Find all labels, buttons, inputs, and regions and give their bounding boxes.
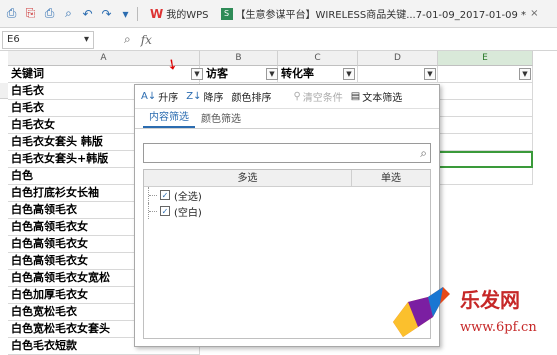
zoom-icon[interactable]: ⌕ <box>124 32 131 47</box>
text-filter-icon: ▤ <box>350 91 361 102</box>
popup-toolbar: A↓ 升序 Z↓ 降序 颜色排序 ⚲ 清空条件 ▤ 文本筛选 <box>135 85 439 109</box>
sort-ascending-icon: A↓ <box>141 91 157 102</box>
chevron-down-icon[interactable]: ▾ <box>84 34 89 45</box>
column-header-e[interactable]: E <box>438 51 533 66</box>
quick-access-toolbar: ⎙ ⎘ ⎙ ⌕ ↶ ↷ ▾ W 我的WPS S 【生意参谋平台】WIRELESS… <box>0 0 557 28</box>
print-icon[interactable]: ⎙ <box>42 6 57 21</box>
fx-button[interactable]: fx <box>141 33 152 47</box>
sort-descending-icon: Z↓ <box>186 91 202 102</box>
filter-dropdown-b[interactable]: ▼ <box>266 68 278 80</box>
tree-connector <box>148 203 160 219</box>
close-icon[interactable]: × <box>530 8 538 19</box>
filter-dropdown-c[interactable]: ▼ <box>343 68 355 80</box>
sort-ascending-label: 升序 <box>158 93 179 104</box>
list-item-select-all[interactable]: ✓ (全选) <box>144 187 430 203</box>
checkbox-checked-icon[interactable]: ✓ <box>160 206 170 216</box>
sort-descending-label: 降序 <box>203 93 224 104</box>
text-filter-label: 文本筛选 <box>362 93 403 104</box>
name-box-value: E6 <box>7 34 20 45</box>
grid-cell[interactable] <box>438 83 533 100</box>
fx-area: ⌕ fx <box>124 32 162 47</box>
tab-my-wps[interactable]: W 我的WPS <box>146 3 213 25</box>
column-header-b[interactable]: B <box>200 51 278 66</box>
filter-dropdown-a[interactable]: ▼ <box>191 68 203 80</box>
text-filter-button[interactable]: ▤ 文本筛选 <box>351 89 402 104</box>
grid-cell[interactable] <box>438 134 533 151</box>
grid-cell[interactable] <box>438 100 533 117</box>
list-item-label: (全选) <box>174 191 202 203</box>
grid-cell[interactable] <box>438 168 533 185</box>
tab-my-wps-label: 我的WPS <box>166 10 209 21</box>
tab-document[interactable]: S 【生意参谋平台】WIRELESS商品关键...7-01-09_2017-01… <box>217 3 543 25</box>
tab-document-label: 【生意参谋平台】WIRELESS商品关键...7-01-09_2017-01-0… <box>235 10 527 21</box>
watermark-logo: 乐发网 www.6pf.cn <box>388 282 553 344</box>
preview-icon[interactable]: ⌕ <box>61 6 76 21</box>
funnel-icon: ⚲ <box>293 91 301 102</box>
print-preview-icon[interactable]: ⎙ <box>4 6 19 21</box>
spreadsheet-icon: S <box>220 7 233 20</box>
tree-connector <box>148 187 160 203</box>
selected-cell-e6[interactable] <box>438 151 533 168</box>
watermark-title: 乐发网 <box>460 288 520 312</box>
filter-dropdown-d[interactable]: ▼ <box>424 68 436 80</box>
filter-search-input[interactable]: ⌕ <box>143 143 431 163</box>
undo-icon[interactable]: ↶ <box>80 6 95 21</box>
column-header-c[interactable]: C <box>278 51 358 66</box>
customize-toolbar-icon[interactable]: ▾ <box>118 6 133 21</box>
wps-logo-icon: W <box>150 6 164 21</box>
clear-conditions-button[interactable]: ⚲ 清空条件 <box>293 89 342 104</box>
multi-select-header[interactable]: 多选 <box>144 170 352 186</box>
search-icon[interactable]: ⌕ <box>420 146 427 161</box>
row-number[interactable] <box>0 83 8 99</box>
single-select-header[interactable]: 单选 <box>352 170 430 186</box>
watermark-url: www.6pf.cn <box>460 320 537 335</box>
tab-content-filter[interactable]: 内容筛选 <box>143 108 195 128</box>
list-header: 多选 单选 <box>144 170 430 187</box>
redo-icon[interactable]: ↷ <box>99 6 114 21</box>
sort-descending-button[interactable]: Z↓ 降序 <box>186 89 223 104</box>
formula-bar: E6 ▾ ⌕ fx <box>0 29 557 51</box>
column-header-d[interactable]: D <box>358 51 438 66</box>
color-sort-button[interactable]: 颜色排序 <box>231 89 271 104</box>
grid-cell[interactable] <box>438 117 533 134</box>
filter-tabs: 内容筛选 颜色筛选 <box>135 109 439 129</box>
filter-dropdown-e[interactable]: ▼ <box>519 68 531 80</box>
export-pdf-icon[interactable]: ⎘ <box>23 6 38 21</box>
checkbox-checked-icon[interactable]: ✓ <box>160 190 170 200</box>
clear-conditions-label: 清空条件 <box>302 93 343 104</box>
bull-logo-icon <box>393 287 450 337</box>
tab-color-filter[interactable]: 颜色筛选 <box>195 110 247 128</box>
list-item-blank[interactable]: ✓ (空白) <box>144 203 430 219</box>
name-box[interactable]: E6 ▾ <box>2 30 94 49</box>
sort-ascending-button[interactable]: A↓ 升序 <box>141 89 178 104</box>
toolbar-divider <box>137 6 138 21</box>
list-item-label: (空白) <box>174 207 202 219</box>
color-sort-label: 颜色排序 <box>231 93 272 104</box>
